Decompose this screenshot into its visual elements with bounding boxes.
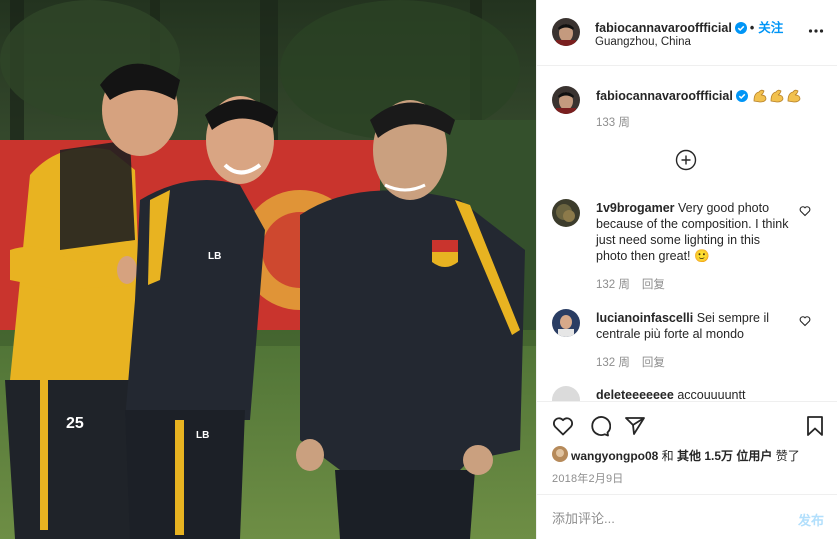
post-caption: fabiocannavarooffficial xyxy=(596,87,804,106)
comment-timestamp: 132 周 xyxy=(596,279,630,291)
commenter-avatar[interactable] xyxy=(552,386,580,401)
heart-icon[interactable] xyxy=(551,414,575,438)
comment-meta: 132 周回复 xyxy=(596,276,665,292)
liker-avatar xyxy=(552,446,568,462)
comment-body: deleteeeeeee accouuuuntt xyxy=(596,387,791,401)
likes-others[interactable]: 其他 1.5万 位用户 xyxy=(677,449,772,463)
jersey-initials-shorts: LB xyxy=(196,430,209,441)
author-username-row: fabiocannavarooffficial • 关注 xyxy=(595,17,783,37)
comment-text: accouuuuntt xyxy=(677,388,746,401)
comment-like-icon[interactable] xyxy=(799,205,811,217)
add-comment-bar: 发布 xyxy=(537,494,837,539)
load-more-comments-icon[interactable] xyxy=(675,149,697,171)
comment-icon[interactable] xyxy=(587,414,612,438)
post-photo[interactable]: 25 LB LB xyxy=(0,0,536,539)
author-username[interactable]: fabiocannavarooffficial xyxy=(595,21,732,35)
post-header: fabiocannavarooffficial • 关注 Guangzhou, Ch… xyxy=(537,0,837,66)
comment-body: 1v9brogamer Very good photo because of t… xyxy=(596,200,791,264)
liker-username[interactable]: wangyongpo08 xyxy=(571,449,658,463)
comment-meta: 132 周回复 xyxy=(596,354,665,370)
post-actions-section: wangyongpo08 和 其他 1.5万 位用户 赞了 2018年2月9日 … xyxy=(537,401,837,539)
commenter-avatar[interactable] xyxy=(552,199,580,227)
jersey-initials-chest: LB xyxy=(208,251,221,262)
post-date[interactable]: 2018年2月9日 xyxy=(552,470,624,486)
flexed-biceps-icon xyxy=(752,87,804,106)
commenter-avatar[interactable] xyxy=(552,309,580,337)
photo-image: 25 LB LB xyxy=(0,0,536,539)
add-comment-input[interactable] xyxy=(552,506,772,530)
likes-suffix: 赞了 xyxy=(772,449,800,463)
reply-button[interactable]: 回复 xyxy=(642,279,665,291)
comments-list[interactable]: fabiocannavarooffficial 133 周 1v9brogame… xyxy=(537,66,837,401)
paper-plane-icon[interactable] xyxy=(623,414,647,438)
caption-avatar[interactable] xyxy=(552,86,580,114)
jersey-number-left: 25 xyxy=(66,415,84,432)
follow-button[interactable]: 关注 xyxy=(758,21,783,35)
post-location[interactable]: Guangzhou, China xyxy=(595,36,691,48)
verified-badge-icon xyxy=(735,90,748,105)
comment-username[interactable]: deleteeeeeee xyxy=(596,388,674,401)
separator-dot: • xyxy=(749,21,755,35)
bookmark-icon[interactable] xyxy=(803,414,827,438)
author-avatar[interactable] xyxy=(552,18,580,46)
comment-like-icon[interactable] xyxy=(799,315,811,327)
comment-body: lucianoinfascelli Sei sempre il centrale… xyxy=(596,310,791,342)
comment-timestamp: 132 周 xyxy=(596,357,630,369)
post-side-panel: fabiocannavarooffficial • 关注 Guangzhou, Ch… xyxy=(536,0,837,539)
comment-username[interactable]: lucianoinfascelli xyxy=(596,311,693,325)
caption-username[interactable]: fabiocannavarooffficial xyxy=(596,89,733,103)
verified-badge-icon xyxy=(734,22,747,37)
post-comment-button[interactable]: 发布 xyxy=(798,510,824,529)
more-options-icon[interactable] xyxy=(808,22,824,40)
reply-button[interactable]: 回复 xyxy=(642,357,665,369)
likes-joiner: 和 xyxy=(658,449,678,463)
caption-timestamp: 133 周 xyxy=(596,117,630,129)
comment-username[interactable]: 1v9brogamer xyxy=(596,201,675,215)
